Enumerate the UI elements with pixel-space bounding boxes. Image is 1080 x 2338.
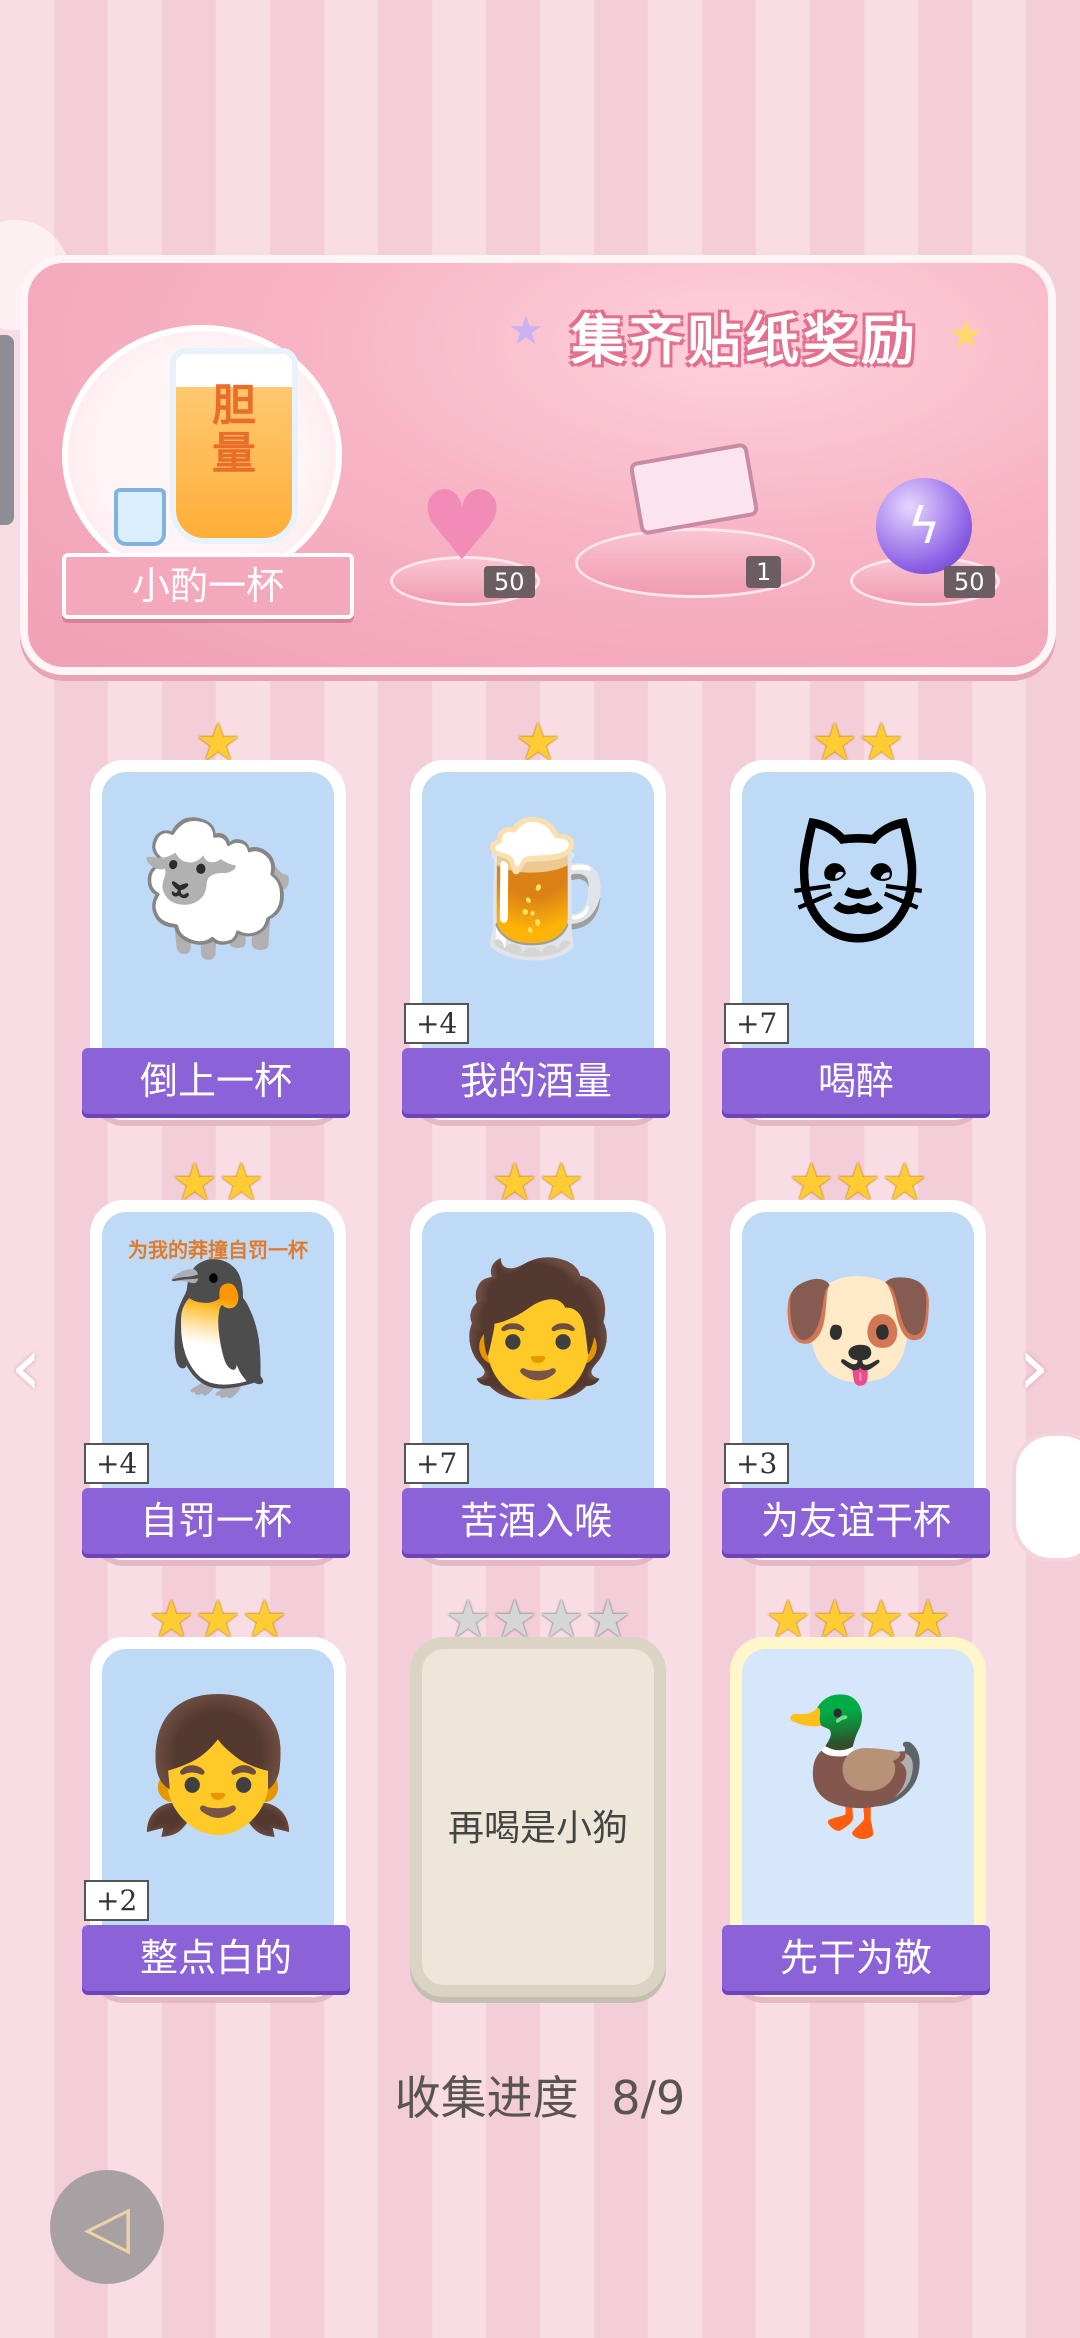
sticker-art-icon: 🐧 xyxy=(137,1252,299,1404)
sticker-card[interactable]: 🍺 我的酒量 +4 xyxy=(402,760,670,1120)
card-bonus-tag: +3 xyxy=(724,1443,790,1484)
card-label: 我的酒量 xyxy=(402,1048,670,1114)
sticker-card[interactable]: 🐶 为友谊干杯 +3 xyxy=(722,1200,990,1560)
sticker-art-icon: 🧑 xyxy=(457,1252,619,1404)
sticker-art-icon: 🐑 xyxy=(137,812,299,964)
sticker-card[interactable]: 👧 整点白的 +2 xyxy=(82,1637,350,1997)
card-bonus-tag: +7 xyxy=(724,1003,790,1044)
reward-count: 50 xyxy=(484,566,535,598)
energy-orb-icon[interactable]: ϟ xyxy=(876,478,972,574)
progress-value: 8/9 xyxy=(611,2071,686,2125)
sticker-card-locked[interactable]: 再喝是小狗 xyxy=(410,1637,666,1997)
sticker-card[interactable]: 🐧 为我的莽撞自罚一杯自罚一杯 +4 xyxy=(82,1200,350,1560)
sticker-card[interactable]: 🧑 苦酒入喉 +7 xyxy=(402,1200,670,1560)
card-bonus-tag: +2 xyxy=(84,1880,150,1921)
sticker-art-icon: 👧 xyxy=(137,1689,299,1841)
sticker-art-icon: 🐱 xyxy=(790,812,926,964)
sticker-art-icon: 🐶 xyxy=(777,1252,939,1404)
card-label: 为友谊干杯 xyxy=(722,1488,990,1554)
card-label: 先干为敬 xyxy=(722,1925,990,1991)
card-bonus-tag: +4 xyxy=(84,1443,150,1484)
card-label: 苦酒入喉 xyxy=(402,1488,670,1554)
beer-glass-icon: 胆 量 xyxy=(170,348,298,544)
back-arrow-icon: ◁ xyxy=(83,2192,131,2262)
reward-count: 1 xyxy=(746,556,782,588)
card-label: 倒上一杯 xyxy=(82,1048,350,1114)
side-float-button[interactable] xyxy=(1012,1432,1080,1562)
prev-page-arrow[interactable]: ‹ xyxy=(10,1320,42,1413)
heart-gem-icon[interactable]: ♥ xyxy=(414,478,510,574)
card-label: 再喝是小狗 xyxy=(447,1808,628,1849)
card-label: 自罚一杯 xyxy=(82,1488,350,1554)
back-button[interactable]: ◁ xyxy=(50,2170,164,2284)
sticker-art-icon: 🍺 xyxy=(457,812,619,964)
collection-progress: 收集进度 8/9 xyxy=(0,2062,1080,2128)
reward-count: 50 xyxy=(944,566,995,598)
card-caption: 为我的莽撞自罚一杯 xyxy=(128,1238,308,1262)
sticker-card[interactable]: 🐑 倒上一杯 xyxy=(82,760,350,1120)
reward-title: 集齐贴纸奖励 xyxy=(571,309,919,372)
sticker-card[interactable]: 🦆 先干为敬 xyxy=(722,1637,990,1997)
small-cup-icon xyxy=(114,488,166,546)
main-reward-label: 小酌一杯 xyxy=(62,553,354,619)
next-page-arrow[interactable]: › xyxy=(1018,1320,1050,1413)
card-bonus-tag: +7 xyxy=(404,1443,470,1484)
card-bonus-tag: +4 xyxy=(404,1003,470,1044)
sticker-art-icon: 🦆 xyxy=(777,1689,939,1841)
star-sparkle-icon: ★ xyxy=(948,312,984,358)
side-handle[interactable] xyxy=(0,335,14,525)
card-label: 喝醉 xyxy=(722,1048,990,1114)
progress-label: 收集进度 xyxy=(394,2071,579,2125)
card-label: 整点白的 xyxy=(82,1925,350,1991)
sticker-card[interactable]: 🐱 喝醉 +7 xyxy=(722,760,990,1120)
star-sparkle-icon: ★ xyxy=(508,308,544,354)
